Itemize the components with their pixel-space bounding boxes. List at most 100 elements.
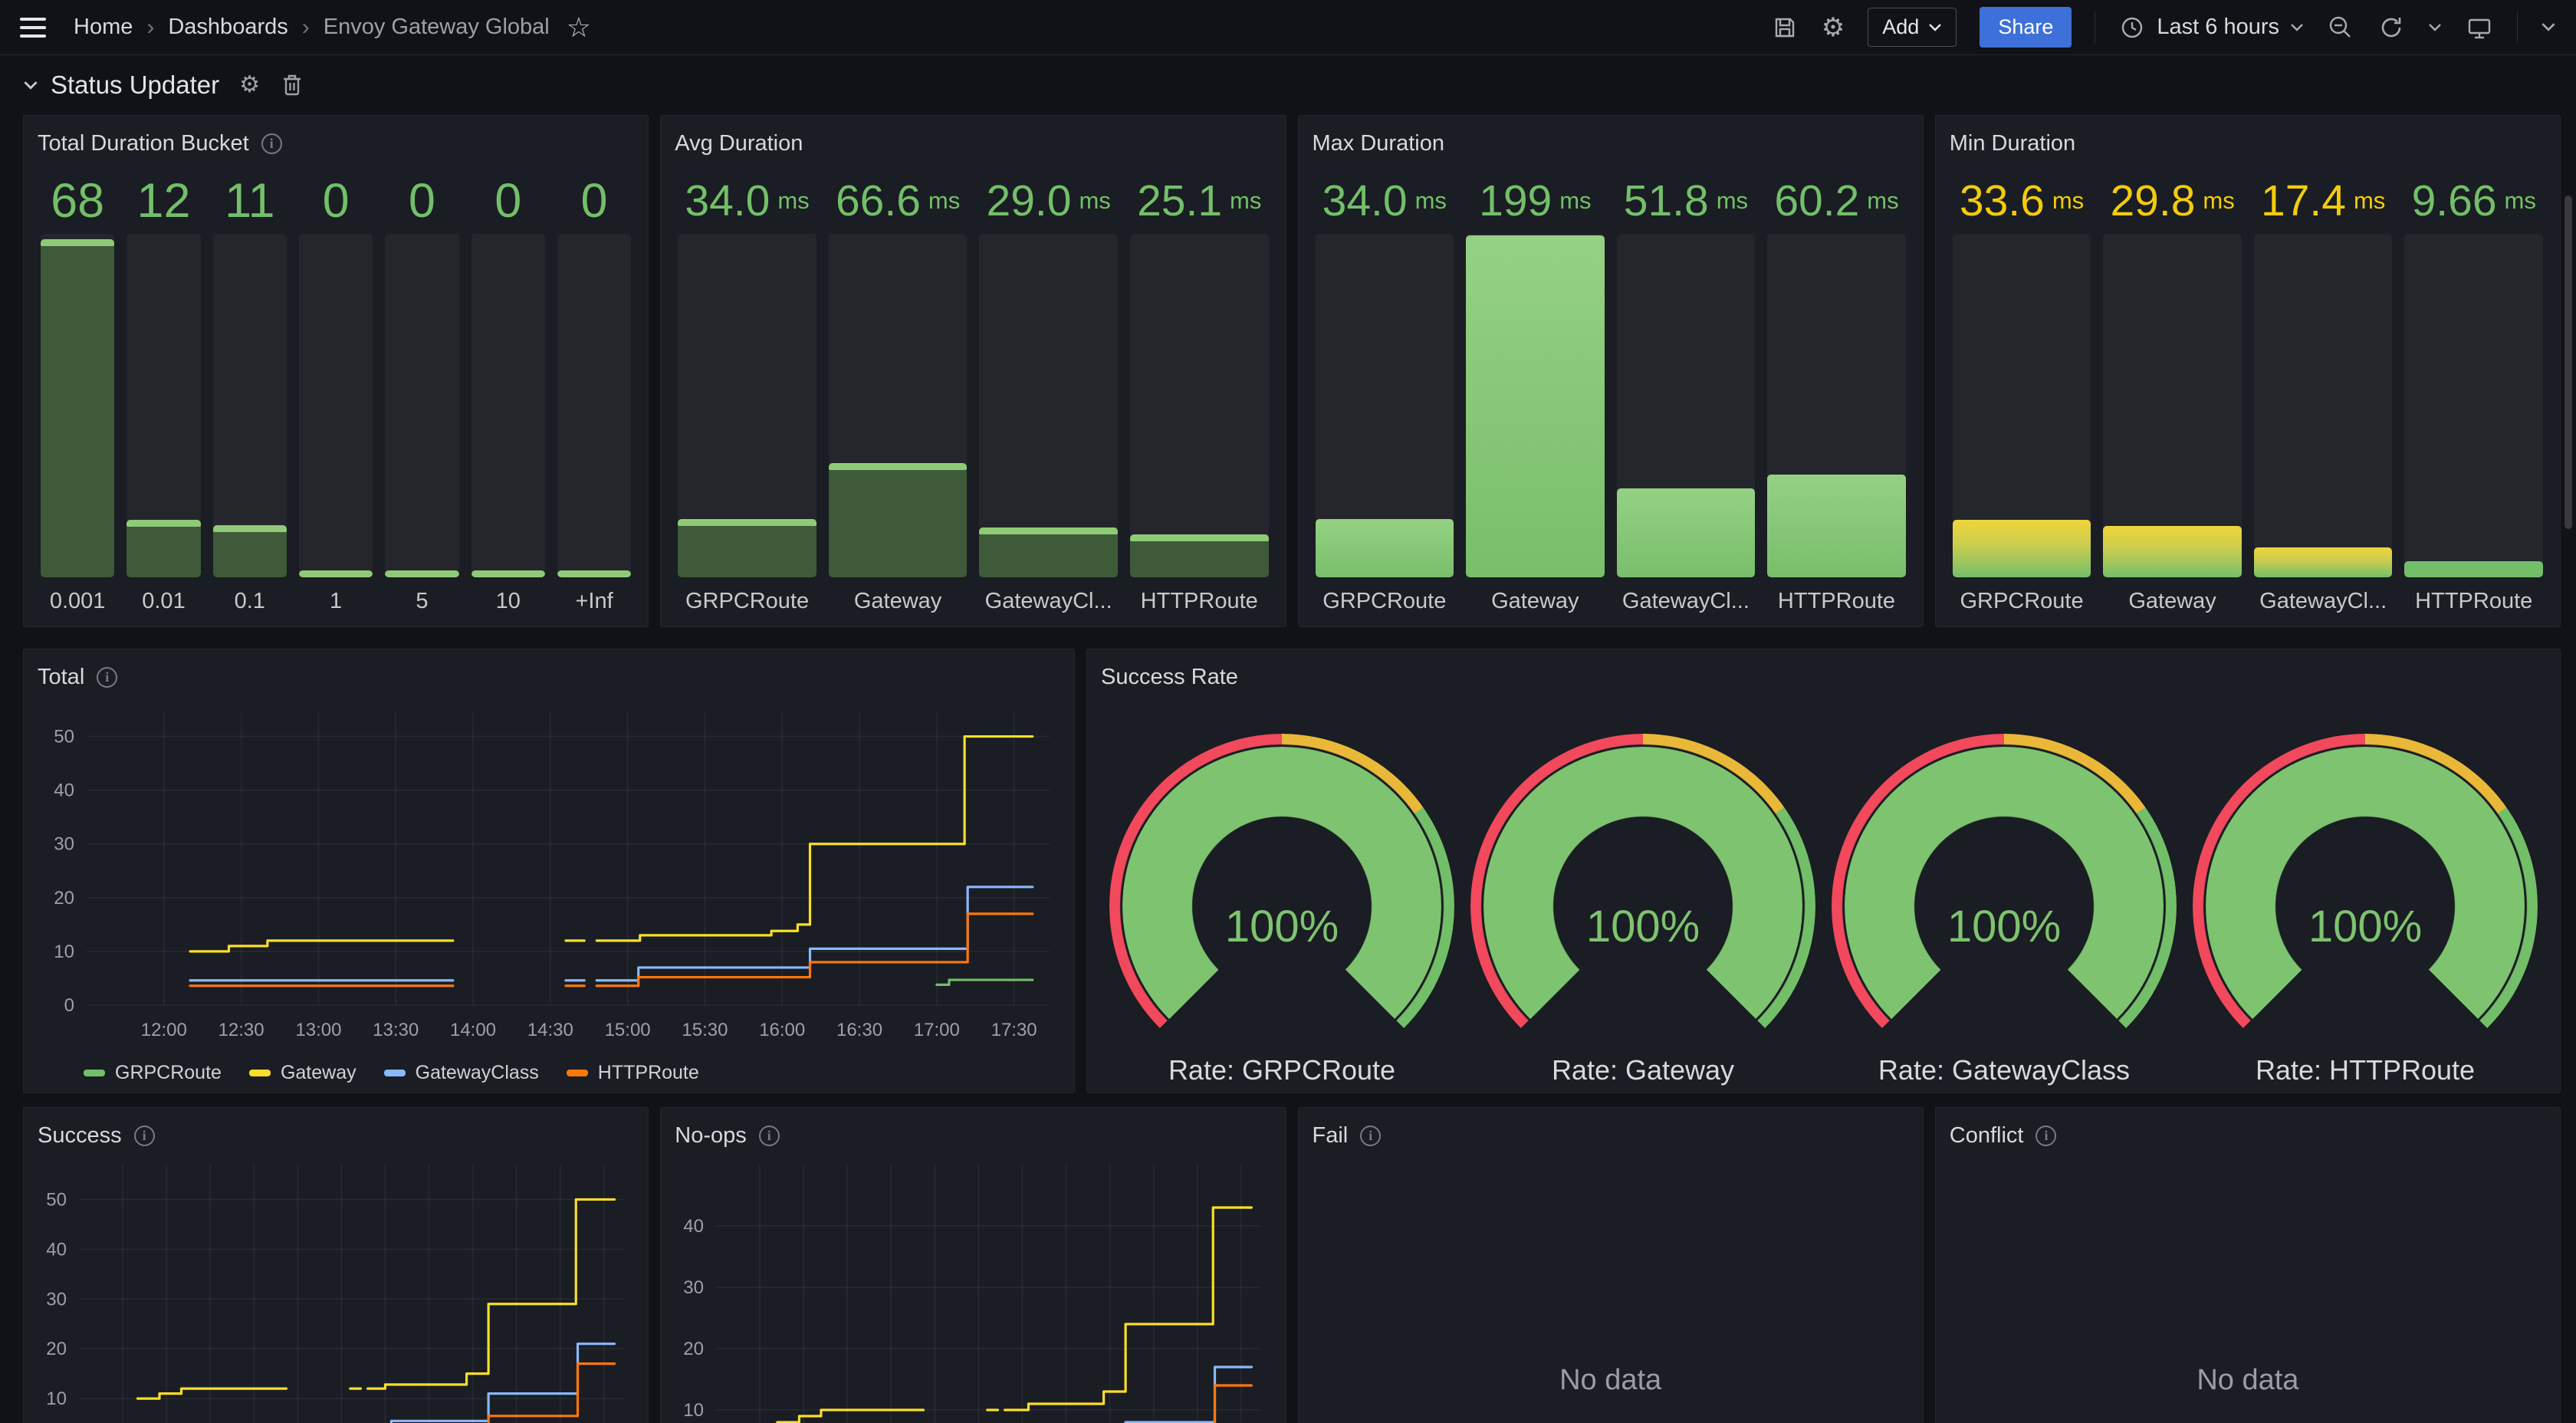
bar-value-unit: ms [1230, 187, 1261, 215]
panel-title[interactable]: Success Rate [1101, 665, 1238, 690]
row-title[interactable]: Status Updater [51, 71, 219, 100]
panel-title[interactable]: Min Duration [1950, 131, 2075, 156]
bar-label: Gateway [1466, 577, 1605, 614]
legend-item[interactable]: Gateway [249, 1062, 356, 1084]
chevron-down-icon [1928, 23, 1942, 32]
bar-label: 5 [385, 577, 458, 614]
bar-value-unit: ms [2203, 187, 2234, 215]
bar-column: 0+Inf [557, 168, 631, 614]
panel-title[interactable]: No-ops [675, 1123, 747, 1149]
bar-fill [1767, 475, 1906, 577]
bar-fill [557, 570, 631, 577]
bar-track [1316, 234, 1454, 577]
panel-success-rate: Success Rate 100%Rate: GRPCRoute 100%Rate… [1086, 649, 2561, 1093]
x-axis-tick: 14:30 [527, 1020, 573, 1040]
panel-title[interactable]: Total Duration Bucket [38, 131, 249, 156]
legend-label: Gateway [281, 1062, 356, 1084]
bar-track [472, 234, 545, 577]
bar-fill [1130, 534, 1269, 577]
bar-label: 0.01 [127, 577, 200, 614]
share-button[interactable]: Share [1980, 7, 2072, 48]
x-axis-tick: 16:00 [759, 1020, 805, 1040]
panel-title[interactable]: Conflict [1950, 1123, 2024, 1149]
bar-gauge: 34.0msGRPCRoute199msGateway51.8msGateway… [1313, 160, 1909, 616]
legend-label: HTTPRoute [598, 1062, 699, 1084]
bar-gauge: 34.0msGRPCRoute66.6msGateway29.0msGatewa… [675, 160, 1271, 616]
panel-title[interactable]: Avg Duration [675, 131, 803, 156]
gauge: 100%Rate: GatewayClass [1824, 734, 2184, 1086]
x-axis-tick: 15:30 [682, 1020, 728, 1040]
bar-label: GRPCRoute [1953, 577, 2091, 614]
bar-track [2103, 234, 2242, 577]
bar-track [2254, 234, 2393, 577]
bar-column: 51.8msGatewayCl... [1617, 168, 1756, 614]
panel-title[interactable]: Fail [1313, 1123, 1349, 1149]
gauge-value: 100% [1832, 901, 2177, 952]
settings-gear-icon[interactable]: ⚙ [1822, 15, 1845, 41]
favorite-star-icon[interactable]: ☆ [567, 12, 591, 44]
dashboard-canvas: Total Duration Bucket i 680.001120.01110… [0, 115, 2576, 1423]
info-icon[interactable]: i [134, 1126, 155, 1146]
x-axis-tick: 12:00 [141, 1020, 187, 1040]
bar-value-unit: ms [2505, 187, 2536, 215]
y-axis-tick: 50 [54, 727, 74, 748]
row-delete-trash-icon[interactable] [280, 72, 304, 98]
breadcrumb-dashboards[interactable]: Dashboards [168, 15, 288, 40]
add-button[interactable]: Add [1868, 8, 1957, 47]
menu-icon[interactable] [20, 18, 46, 38]
info-icon[interactable]: i [261, 133, 282, 154]
time-range-picker[interactable]: Last 6 hours [2118, 14, 2304, 41]
bar-column: 120.01 [127, 168, 200, 614]
bar-fill [213, 525, 287, 577]
bar-track [829, 234, 968, 577]
bar-value: 9.66ms [2404, 168, 2543, 234]
y-axis-tick: 30 [54, 834, 74, 855]
bar-fill [1316, 519, 1454, 577]
panel-title[interactable]: Max Duration [1313, 131, 1444, 156]
info-icon[interactable]: i [1360, 1126, 1381, 1146]
info-icon[interactable]: i [759, 1126, 780, 1146]
kiosk-monitor-icon[interactable] [2465, 14, 2494, 41]
y-axis-tick: 40 [54, 781, 74, 801]
bar-value: 11 [213, 168, 287, 234]
bar-value: 25.1ms [1130, 168, 1269, 234]
bar-track [2404, 234, 2543, 577]
divider [2517, 12, 2518, 44]
x-axis-tick: 17:00 [914, 1020, 960, 1040]
bar-fill [41, 239, 114, 577]
breadcrumb-home[interactable]: Home [74, 15, 133, 40]
dashboard-row-header: Status Updater ⚙ [0, 55, 2576, 115]
x-axis-tick: 16:30 [836, 1020, 882, 1040]
y-axis-tick: 30 [46, 1289, 67, 1310]
panel-title[interactable]: Success [38, 1123, 122, 1149]
collapse-topbar-chevron-icon[interactable] [2541, 22, 2556, 32]
row-collapse-chevron-icon[interactable] [23, 81, 38, 90]
bar-value: 29.8ms [2103, 168, 2242, 234]
refresh-icon[interactable] [2377, 14, 2405, 41]
chart-legend: GRPCRoute Gateway GatewayClass HTTPRoute [38, 1054, 1060, 1084]
gauge-arc: 100% [2193, 734, 2538, 1042]
panel-title[interactable]: Total [38, 665, 84, 690]
row-settings-gear-icon[interactable]: ⚙ [239, 74, 260, 97]
bar-fill [829, 463, 968, 577]
legend-item[interactable]: HTTPRoute [567, 1062, 699, 1084]
gauge: 100%Rate: GRPCRoute [1102, 734, 1462, 1086]
bar-column: 66.6msGateway [829, 168, 968, 614]
info-icon[interactable]: i [2036, 1126, 2056, 1146]
bar-column: 9.66msHTTPRoute [2404, 168, 2543, 614]
refresh-interval-chevron-icon[interactable] [2428, 23, 2442, 32]
scrollbar-thumb[interactable] [2564, 196, 2572, 529]
save-icon[interactable] [1771, 14, 1799, 41]
bar-value-unit: ms [1867, 187, 1898, 215]
legend-item[interactable]: GatewayClass [384, 1062, 539, 1084]
success-time-series-chart: 12:0012:3013:0013:3014:0014:3015:0015:30… [38, 1152, 635, 1423]
legend-item[interactable]: GRPCRoute [84, 1062, 222, 1084]
chevron-down-icon [2290, 23, 2304, 32]
info-icon[interactable]: i [97, 667, 117, 688]
bar-value-unit: ms [928, 187, 960, 215]
bar-value-unit: ms [777, 187, 809, 215]
zoom-out-icon[interactable] [2327, 14, 2354, 41]
y-axis-tick: 50 [46, 1189, 67, 1210]
bar-gauge: 33.6msGRPCRoute29.8msGateway17.4msGatewa… [1950, 160, 2546, 616]
no-data-message: No data [1313, 1152, 1909, 1423]
